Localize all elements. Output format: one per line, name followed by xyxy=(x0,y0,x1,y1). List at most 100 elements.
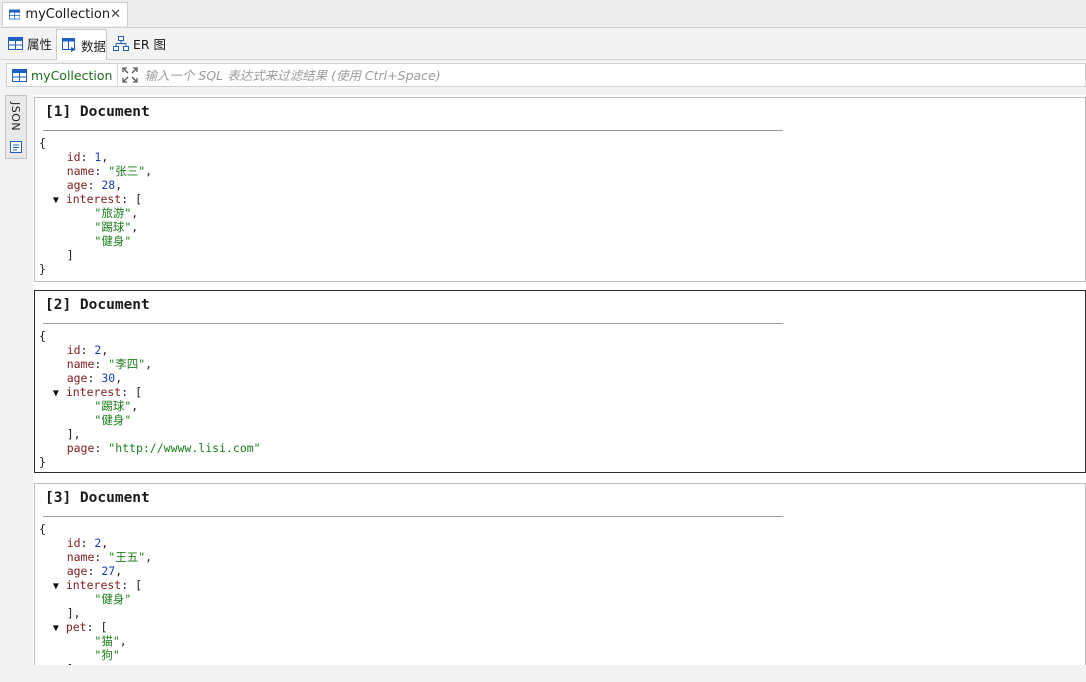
json-token: : xyxy=(94,164,109,178)
json-token: : [ xyxy=(121,578,142,592)
json-token: , xyxy=(101,343,109,357)
json-token: , xyxy=(131,399,139,413)
json-line: { xyxy=(39,329,261,343)
json-key: id xyxy=(66,150,81,164)
json-line: ] xyxy=(39,248,152,262)
json-token: ], xyxy=(66,606,81,620)
json-line: { xyxy=(39,136,152,150)
json-token: ], xyxy=(66,427,81,441)
json-token: : xyxy=(80,536,95,550)
json-token: : [ xyxy=(121,192,142,206)
json-key: age xyxy=(66,371,88,385)
status-bar xyxy=(0,665,1086,682)
json-key: age xyxy=(66,564,88,578)
json-string-value: "王五" xyxy=(108,550,146,564)
json-token: : xyxy=(94,441,109,455)
json-string-value: "张三" xyxy=(108,164,146,178)
json-string-value: "踢球" xyxy=(94,399,132,413)
json-key: page xyxy=(66,441,95,455)
document-title: [2] Document xyxy=(45,297,150,313)
json-token: : xyxy=(87,178,102,192)
document-card[interactable]: [3] Document { id: 2, name: "王五", age: 2… xyxy=(34,483,1086,665)
divider xyxy=(43,516,783,517)
json-key: interest xyxy=(65,578,122,592)
filter-bar: myCollection xyxy=(6,63,1086,87)
json-key: age xyxy=(66,178,88,192)
tab-er-diagram[interactable]: ER 图 xyxy=(108,29,168,58)
json-token: { xyxy=(39,329,46,343)
tab-data[interactable]: 数据 xyxy=(56,29,107,60)
document-title: [3] Document xyxy=(45,490,150,506)
expand-icon[interactable] xyxy=(122,67,139,83)
er-diagram-icon xyxy=(113,36,129,51)
json-line: name: "王五", xyxy=(39,550,152,564)
json-line: { xyxy=(39,522,152,536)
json-line: "踢球", xyxy=(39,220,152,234)
json-line: ▼ pet: [ xyxy=(39,620,152,634)
json-number-value: 27 xyxy=(101,564,116,578)
json-token: ] xyxy=(66,248,74,262)
json-token: : [ xyxy=(121,385,142,399)
json-string-value: "狗" xyxy=(94,648,120,662)
json-token: , xyxy=(115,564,123,578)
json-line: "狗" xyxy=(39,648,152,662)
divider xyxy=(43,130,783,131)
json-token: } xyxy=(39,455,46,469)
json-token: , xyxy=(131,206,139,220)
json-line: age: 30, xyxy=(39,371,261,385)
json-key: interest xyxy=(65,385,122,399)
json-token: } xyxy=(39,262,46,276)
tab-properties-label: 属性 xyxy=(27,37,53,52)
json-line: ▼ interest: [ xyxy=(39,385,261,399)
json-line: ], xyxy=(39,427,261,441)
json-string-value: "http://wwww.lisi.com" xyxy=(108,441,261,455)
editor-tab-mycollection[interactable]: myCollection ✕ xyxy=(2,2,128,26)
json-string-value: "健身" xyxy=(94,234,132,248)
json-token: , xyxy=(145,357,153,371)
json-line: page: "http://wwww.lisi.com" xyxy=(39,441,261,455)
editor-tab-strip: myCollection ✕ xyxy=(0,0,1086,28)
json-token: { xyxy=(39,136,46,150)
json-token: : [ xyxy=(86,620,108,634)
json-body: { id: 2, name: "王五", age: 27, ▼ interest… xyxy=(39,522,152,665)
json-line: id: 1, xyxy=(39,150,152,164)
filter-collection[interactable]: myCollection xyxy=(7,64,119,86)
json-token: , xyxy=(115,178,123,192)
filter-input[interactable] xyxy=(144,67,1085,83)
document-list[interactable]: [1] Document { id: 1, name: "张三", age: 2… xyxy=(33,95,1086,665)
json-line: age: 28, xyxy=(39,178,152,192)
document-card-selected[interactable]: [2] Document { id: 2, name: "李四", age: 3… xyxy=(34,290,1086,473)
json-key: name xyxy=(66,550,95,564)
document-card[interactable]: [1] Document { id: 1, name: "张三", age: 2… xyxy=(34,97,1086,282)
tab-properties[interactable]: 属性 xyxy=(3,29,55,58)
json-number-value: 30 xyxy=(101,371,116,385)
json-token: , xyxy=(115,371,123,385)
json-string-value: "李四" xyxy=(108,357,146,371)
json-line: ], xyxy=(39,606,152,620)
json-token: : xyxy=(80,343,95,357)
close-icon[interactable]: ✕ xyxy=(110,7,121,22)
json-string-value: "旅游" xyxy=(94,206,132,220)
json-line: ▼ interest: [ xyxy=(39,192,152,206)
json-view-tab[interactable]: JSON xyxy=(5,95,27,159)
editor-tab-title: myCollection xyxy=(25,7,111,22)
json-line: } xyxy=(39,262,152,276)
json-token: : xyxy=(87,564,102,578)
table-icon xyxy=(9,9,21,20)
json-line: "健身" xyxy=(39,413,261,427)
json-token: { xyxy=(39,522,46,536)
